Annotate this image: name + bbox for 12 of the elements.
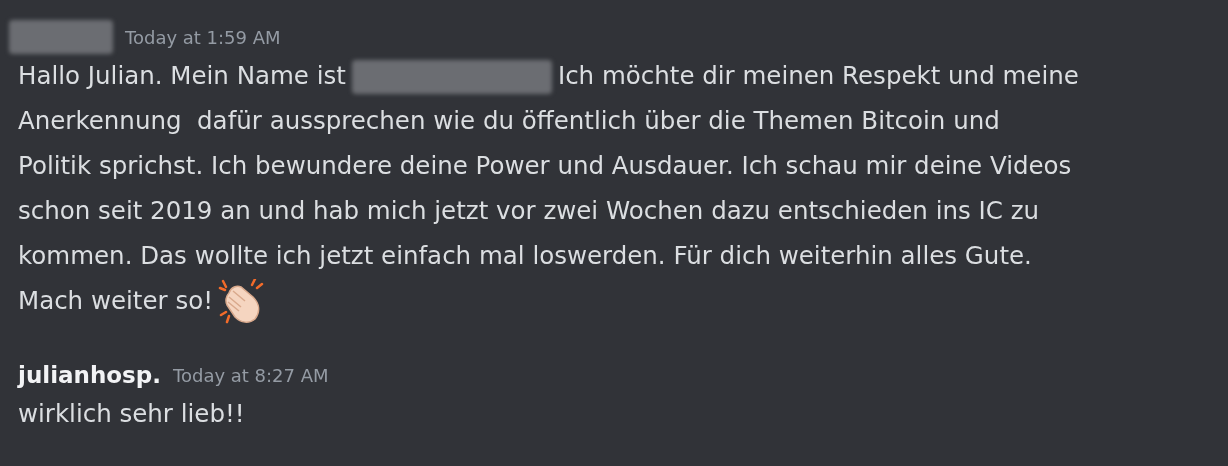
message-text: kommen. Das wollte ich jetzt einfach mal loswerden. Für dich weiterhin alles Gute. [18, 240, 1032, 273]
timestamp: Today at 8:27 AM [173, 363, 329, 388]
message-text: schon seit 2019 an und hab mich jetzt vor zwei Wochen dazu entschieden ins IC zu [18, 195, 1040, 228]
message-text: Politik sprichst. Ich bewundere deine Power und Ausdauer. Ich schau mir deine Videos [18, 150, 1072, 183]
username[interactable]: julianhosp. [18, 357, 161, 393]
message-text: wirklich sehr lieb!! [18, 398, 245, 431]
clapping-hands-icon [217, 278, 265, 325]
message-text: Anerkennung dafür aussprechen wie du öffentlich über die Themen Bitcoin und [18, 105, 1000, 138]
timestamp: Today at 1:59 AM [125, 25, 281, 50]
message-text: Mach weiter so! [18, 285, 213, 318]
message-text: Ich möchte dir meinen Respekt und meine [557, 60, 1079, 93]
message-text: Hallo Julian. Mein Name ist [18, 60, 346, 93]
